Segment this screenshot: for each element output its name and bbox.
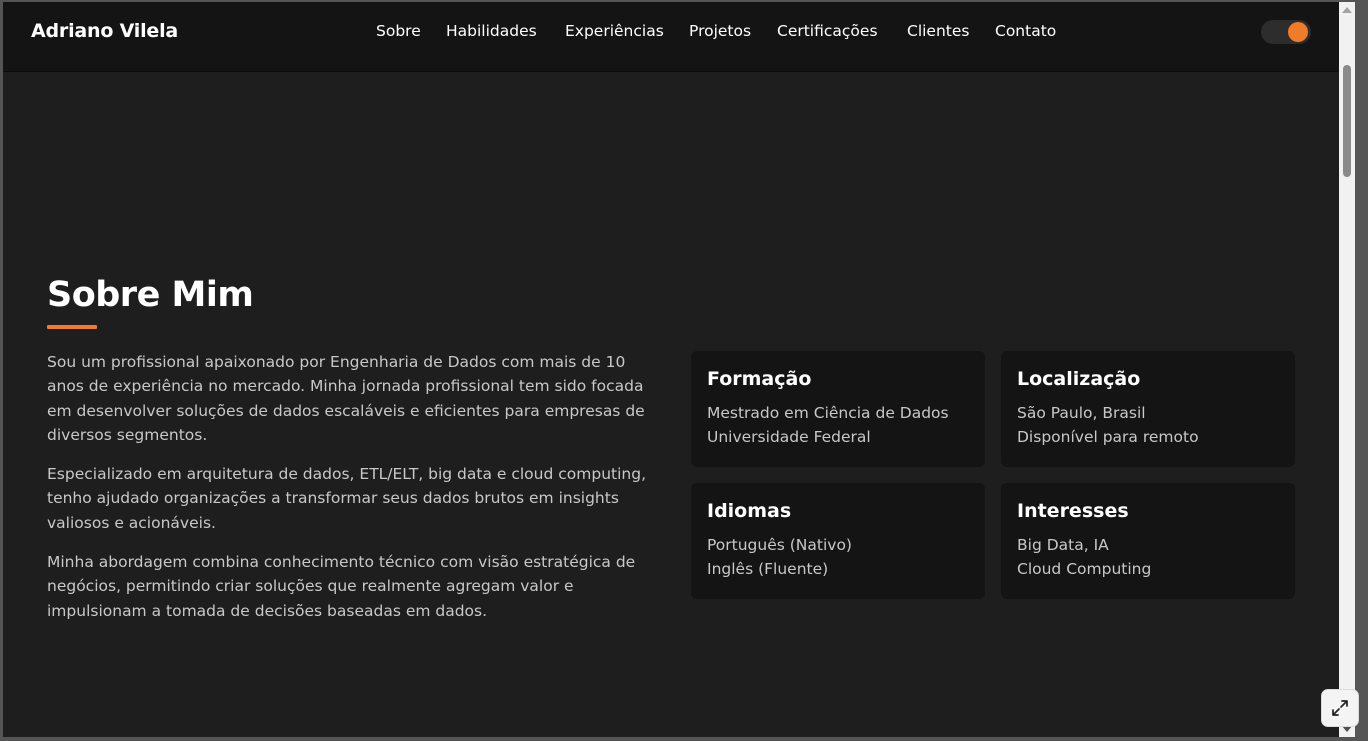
card-line: Inglês (Fluente) (707, 560, 829, 578)
card-line: Disponível para remoto (1017, 428, 1199, 446)
theme-toggle[interactable] (1261, 20, 1311, 44)
info-card-interesses: Interesses Big Data, IA Cloud Computing (1001, 483, 1295, 599)
nav-link-sobre[interactable]: Sobre (376, 22, 421, 40)
title-underline (47, 325, 97, 329)
card-line: São Paulo, Brasil (1017, 404, 1146, 422)
nav-link-certificacoes[interactable]: Certificações (777, 22, 878, 40)
nav-link-experiencias[interactable]: Experiências (565, 22, 664, 40)
expand-button[interactable] (1321, 689, 1359, 727)
card-line: Universidade Federal (707, 428, 871, 446)
card-line: Português (Nativo) (707, 536, 852, 554)
toggle-knob (1288, 22, 1308, 42)
card-line: Mestrado em Ciência de Dados (707, 404, 949, 422)
about-paragraph: Especializado em arquitetura de dados, E… (47, 465, 646, 532)
expand-arrows-icon (1332, 700, 1348, 716)
navbar: Adriano Vilela Sobre Habilidades Experiê… (3, 2, 1339, 72)
scroll-thumb[interactable] (1343, 65, 1351, 177)
page-viewport: Adriano Vilela Sobre Habilidades Experiê… (3, 2, 1339, 737)
card-line: Cloud Computing (1017, 560, 1152, 578)
nav-link-habilidades[interactable]: Habilidades (446, 22, 537, 40)
section-title: Sobre Mim (47, 275, 254, 315)
info-card-localizacao: Localização São Paulo, Brasil Disponível… (1001, 351, 1295, 467)
nav-link-projetos[interactable]: Projetos (689, 22, 751, 40)
vertical-scrollbar[interactable] (1339, 2, 1355, 737)
info-card-formacao: Formação Mestrado em Ciência de Dados Un… (691, 351, 985, 467)
card-title: Interesses (1017, 500, 1129, 522)
card-title: Idiomas (707, 500, 792, 522)
about-paragraph: Minha abordagem combina conhecimento téc… (47, 553, 636, 620)
nav-link-contato[interactable]: Contato (995, 22, 1056, 40)
about-paragraph: Sou um profissional apaixonado por Engen… (47, 353, 645, 444)
card-title: Formação (707, 368, 812, 390)
scroll-up-arrow-icon[interactable] (1342, 7, 1352, 13)
card-line: Big Data, IA (1017, 536, 1109, 554)
info-card-idiomas: Idiomas Português (Nativo) Inglês (Fluen… (691, 483, 985, 599)
nav-links: Sobre Habilidades Experiências Projetos … (3, 22, 1339, 42)
nav-link-clientes[interactable]: Clientes (907, 22, 969, 40)
card-title: Localização (1017, 368, 1141, 390)
